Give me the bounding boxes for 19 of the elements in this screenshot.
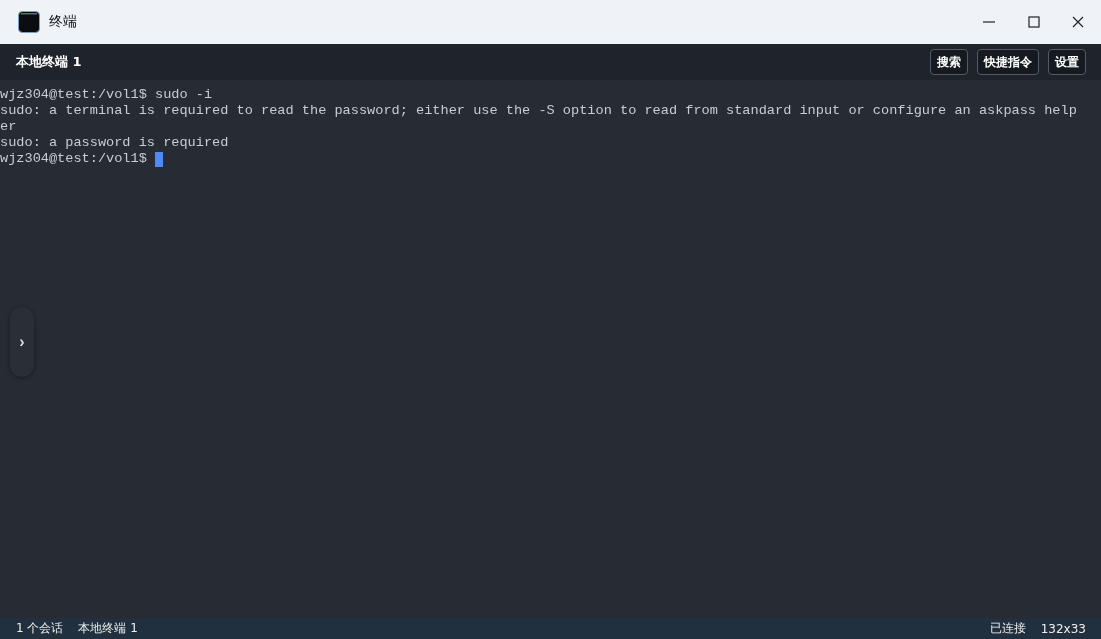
window-title: 终端 bbox=[49, 13, 77, 31]
close-icon[interactable] bbox=[1072, 16, 1084, 28]
terminal-line: wjz304@test:/vol1$ sudo -i bbox=[0, 87, 214, 103]
status-text: 本地终端 1 bbox=[78, 620, 138, 637]
terminal-line: sudo: a password is required bbox=[0, 135, 230, 151]
side-panel-toggle[interactable]: › bbox=[10, 307, 34, 377]
terminal-line: sudo: a terminal is required to read the password; either use the -S option to read from standard input or configure an askpass help bbox=[0, 103, 1078, 119]
terminal-prompt: wjz304@test:/vol1$ bbox=[0, 151, 148, 167]
terminal-app-icon bbox=[18, 11, 40, 33]
status-text: 已连接 bbox=[989, 620, 1026, 637]
toolbar-button[interactable]: 快捷指令 bbox=[977, 49, 1039, 75]
toolbar-button[interactable]: 设置 bbox=[1048, 49, 1086, 75]
terminal-line: er bbox=[0, 119, 18, 135]
maximize-icon[interactable] bbox=[1028, 16, 1040, 28]
session-tab[interactable]: 本地终端 1 bbox=[16, 53, 82, 71]
status-text: 1 个会话 bbox=[16, 620, 64, 637]
text-cursor bbox=[155, 151, 163, 167]
status-text: 132x33 bbox=[1040, 621, 1086, 636]
toolbar-button[interactable]: 搜索 bbox=[930, 49, 968, 75]
